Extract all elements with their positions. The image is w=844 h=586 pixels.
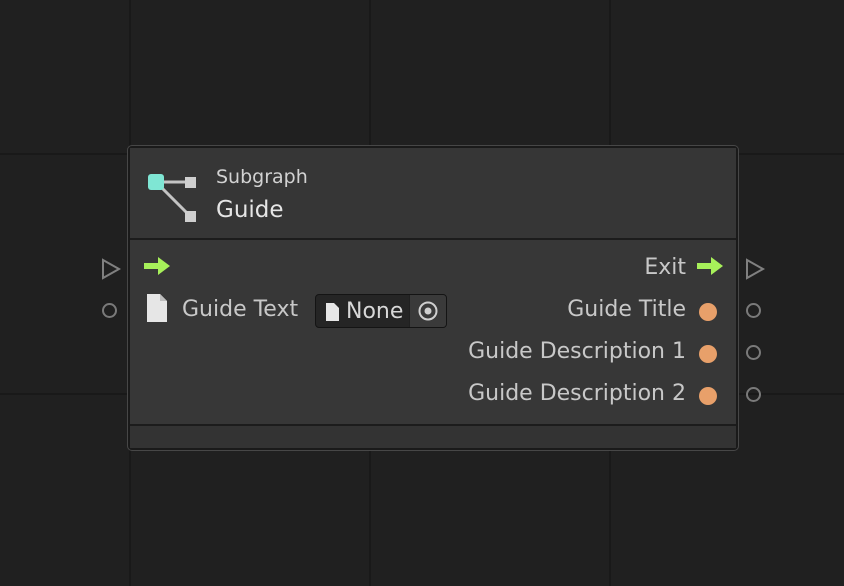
external-data-output-icon[interactable] [746,387,761,402]
flow-input-arrow-icon[interactable] [142,254,172,278]
guide-description-2-port[interactable] [699,387,717,405]
node-title: Guide [216,197,284,223]
guide-text-label: Guide Text [182,297,299,322]
guide-text-object-field[interactable]: None [315,294,447,328]
external-data-output-icon[interactable] [746,303,761,318]
file-icon [326,303,339,321]
node-footer [130,424,736,448]
external-data-output-icon[interactable] [746,345,761,360]
guide-description-1-label: Guide Description 1 [468,339,686,364]
guide-description-1-port[interactable] [699,345,717,363]
flow-output-arrow-icon[interactable] [695,254,725,278]
exit-port-label: Exit [644,255,686,280]
guide-title-label: Guide Title [567,297,686,322]
guide-description-2-label: Guide Description 2 [468,381,686,406]
external-flow-input-icon[interactable] [100,257,122,281]
object-picker-button[interactable] [409,295,446,327]
external-data-input-icon[interactable] [102,303,117,318]
guide-text-value: None [346,299,404,324]
subgraph-node[interactable]: Subgraph Guide Exit Guide Text None Guid… [128,146,738,450]
guide-title-port[interactable] [699,303,717,321]
subgraph-icon [148,174,196,222]
node-header[interactable]: Subgraph Guide [130,148,736,240]
external-flow-output-icon[interactable] [744,257,766,281]
node-subtitle: Subgraph [216,166,308,188]
file-icon [147,294,167,322]
target-icon [418,301,438,321]
